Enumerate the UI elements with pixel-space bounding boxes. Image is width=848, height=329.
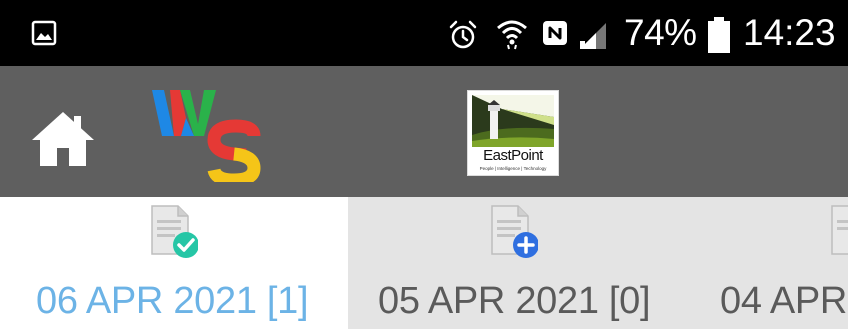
eastpoint-name: EastPoint <box>483 147 543 164</box>
tab-06-apr-2021[interactable]: 06 APR 2021 [1] <box>0 197 348 329</box>
ws-logo: W S <box>150 84 262 187</box>
document-plus-icon <box>491 205 538 258</box>
app-header: W S EastPoint People | Intelligence | Te… <box>0 66 848 197</box>
tab-04-apr[interactable]: 04 APR <box>688 197 848 329</box>
nfc-icon <box>543 21 567 45</box>
tab-05-apr-2021[interactable]: 05 APR 2021 [0] <box>348 197 688 329</box>
signal-icon <box>580 23 606 49</box>
eastpoint-logo: EastPoint People | Intelligence | Techno… <box>467 90 559 176</box>
tab-label: 06 APR 2021 [1] <box>36 280 309 322</box>
date-tabs: 06 APR 2021 [1] 05 APR 2021 [0] 04 APR <box>0 197 848 329</box>
image-notification-icon <box>31 20 57 46</box>
clock: 14:23 <box>743 12 836 53</box>
tab-label: 05 APR 2021 [0] <box>378 280 651 322</box>
home-icon[interactable] <box>30 110 96 168</box>
document-check-icon <box>151 205 198 258</box>
battery-percent: 74% <box>624 12 697 53</box>
document-icon <box>831 205 848 255</box>
tab-label: 04 APR <box>720 280 848 322</box>
status-bar: 74% 14:23 <box>0 0 848 66</box>
wifi-icon <box>497 20 527 50</box>
battery-icon <box>708 17 730 53</box>
ws-logo-mark <box>152 90 261 187</box>
eastpoint-tagline: People | Intelligence | Technology <box>479 166 547 171</box>
lighthouse-image <box>472 95 554 147</box>
alarm-icon <box>449 20 477 49</box>
